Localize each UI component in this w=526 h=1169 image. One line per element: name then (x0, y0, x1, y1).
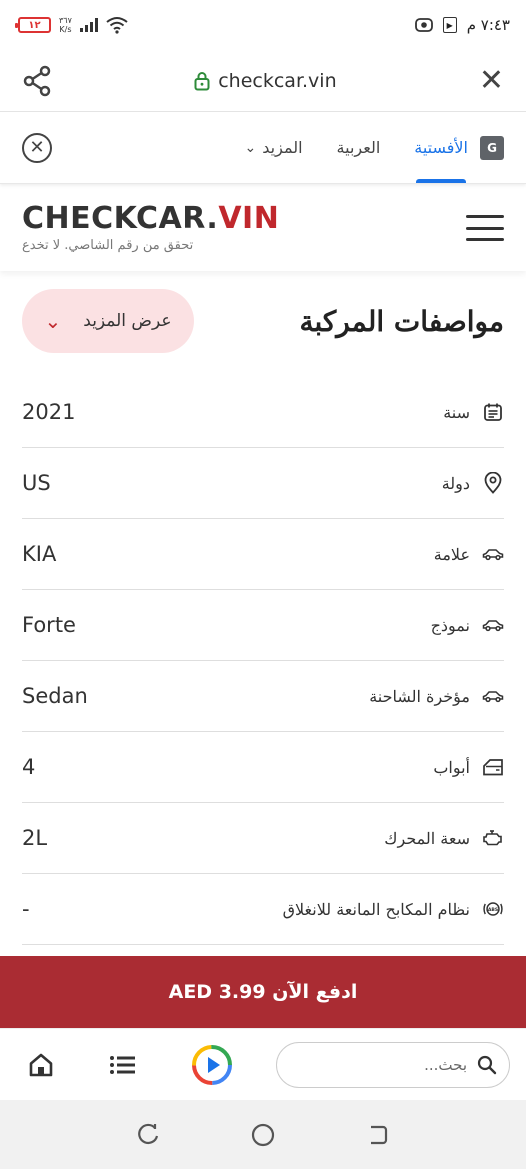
spec-label-text: نموذج (430, 615, 470, 635)
spec-row-model: Forte نموذج (22, 590, 504, 661)
spec-row-body: Sedan مؤخرة الشاحنة (22, 661, 504, 732)
engine-icon (482, 827, 504, 849)
spec-label-text: دولة (441, 473, 470, 493)
browser-toolbar: checkcar.vin ✕ (0, 50, 526, 112)
spec-label-text: علامة (433, 544, 470, 564)
bottom-toolbar: بحث... (0, 1028, 526, 1100)
spec-label-text: مؤخرة الشاحنة (369, 686, 470, 706)
spec-label: علامة (434, 543, 504, 565)
abs-icon: ABS (482, 898, 504, 920)
calendar-icon (482, 401, 504, 423)
chevron-down-icon: ⌄ (244, 139, 257, 156)
battery-icon: ١٢ (15, 17, 51, 33)
hamburger-menu-icon[interactable] (466, 215, 504, 241)
spec-row-year: 2021 سنة (22, 377, 504, 448)
recent-apps-icon[interactable] (135, 1122, 161, 1148)
list-icon[interactable] (108, 1050, 138, 1080)
clock: ٧:٤٣ م (466, 16, 510, 34)
home-icon[interactable] (26, 1050, 56, 1080)
back-icon[interactable] (365, 1122, 391, 1148)
spec-label: سعة المحرك (384, 827, 504, 849)
record-icon (414, 18, 433, 32)
spec-label-text: سنة (443, 402, 470, 422)
pay-now-button[interactable]: AED ادفع الآن 3.99 (0, 956, 526, 1028)
pay-now-label: AED ادفع الآن 3.99 (168, 981, 358, 1003)
battery-level: ١٢ (28, 19, 41, 31)
spec-label: أبواب (433, 756, 504, 778)
translate-more-button[interactable]: ⌄ المزيد (245, 138, 303, 157)
translate-bar: ✕ ⌄ المزيد العربية الأفستية G (0, 112, 526, 184)
url-text: checkcar.vin (218, 69, 337, 92)
spec-label: نظام المكابح المانعة للانغلاق ABS (283, 898, 504, 920)
status-left: ١٢ ٣٦٧ K/s (15, 16, 128, 34)
spec-label: نموذج (431, 614, 504, 636)
logo-tagline: تحقق من رقم الشاصي. لا تخدع (22, 237, 194, 253)
car-icon (482, 614, 504, 636)
system-nav-bar (0, 1100, 526, 1169)
site-logo[interactable]: CHECKCAR.VIN تحقق من رقم الشاصي. لا تخدع (22, 200, 280, 253)
close-icon[interactable]: ✕ (479, 65, 504, 96)
car-icon (482, 685, 504, 707)
lock-icon (194, 71, 210, 90)
svg-text:ABS: ABS (488, 907, 498, 913)
media-play-icon: ▶ (442, 17, 457, 33)
spec-row-engine: 2L سعة المحرك (22, 803, 504, 874)
spec-label-text: أبواب (433, 757, 470, 777)
specs-header: عرض المزيد ⌄ مواصفات المركبة (22, 288, 504, 354)
logo-dark-part: CHECKCAR. (22, 200, 219, 236)
car-door-icon (482, 756, 504, 778)
specs-list: 2021 سنة US دولة KIA علامة Forte نموذج S… (22, 377, 504, 945)
net-speed-value: ٣٦٧ (59, 16, 72, 25)
location-pin-icon (482, 472, 504, 494)
net-speed-unit: K/s (59, 25, 72, 34)
google-translate-icon: G (480, 135, 504, 160)
page-title: مواصفات المركبة (299, 304, 504, 338)
signal-icon (79, 18, 98, 32)
search-placeholder: بحث... (424, 1055, 467, 1074)
spec-value: 2L (22, 826, 48, 850)
show-more-button[interactable]: عرض المزيد ⌄ (22, 289, 194, 353)
logo-red-part: VIN (218, 200, 280, 236)
translate-more-label: المزيد (262, 138, 303, 157)
search-icon (477, 1055, 497, 1074)
spec-row-abs: - نظام المكابح المانعة للانغلاق ABS (22, 874, 504, 945)
url-display[interactable]: checkcar.vin (194, 69, 337, 92)
spec-label: مؤخرة الشاحنة (369, 685, 504, 707)
spec-value: - (22, 897, 30, 921)
spec-row-brand: KIA علامة (22, 519, 504, 590)
show-more-label: عرض المزيد (83, 311, 172, 331)
spec-value: KIA (22, 542, 57, 566)
spec-value: Forte (22, 613, 76, 637)
net-speed: ٣٦٧ K/s (59, 16, 72, 34)
spec-value: Sedan (22, 684, 88, 708)
tab-source-language[interactable]: الأفستية (414, 112, 468, 183)
spec-label-text: نظام المكابح المانعة للانغلاق (282, 899, 470, 919)
spec-value: 2021 (22, 400, 76, 424)
site-header: CHECKCAR.VIN تحقق من رقم الشاصي. لا تخدع (0, 185, 526, 271)
home-button-icon[interactable] (250, 1122, 276, 1148)
share-icon[interactable] (22, 65, 52, 97)
car-icon (482, 543, 504, 565)
play-icon[interactable] (190, 1043, 234, 1087)
chevron-down-icon: ⌄ (44, 309, 62, 333)
spec-row-doors: 4 أبواب (22, 732, 504, 803)
wifi-icon (106, 17, 128, 34)
spec-value: US (22, 471, 51, 495)
spec-label: دولة (442, 472, 504, 494)
translate-options: ⌄ المزيد العربية الأفستية (245, 112, 468, 183)
search-input[interactable]: بحث... (276, 1041, 510, 1088)
target-language-label: العربية (336, 138, 381, 157)
logo-text: CHECKCAR.VIN (22, 200, 280, 236)
translate-close-icon[interactable]: ✕ (22, 132, 52, 163)
spec-row-country: US دولة (22, 448, 504, 519)
status-right: ▶ ٧:٤٣ م (414, 16, 510, 34)
status-bar: ١٢ ٣٦٧ K/s ▶ ٧:٤٣ م (0, 0, 526, 50)
spec-value: 4 (22, 755, 36, 779)
source-language-label: الأفستية (414, 138, 468, 157)
tab-target-language[interactable]: العربية (337, 112, 381, 183)
spec-label: سنة (443, 401, 504, 423)
spec-label-text: سعة المحرك (384, 828, 470, 848)
